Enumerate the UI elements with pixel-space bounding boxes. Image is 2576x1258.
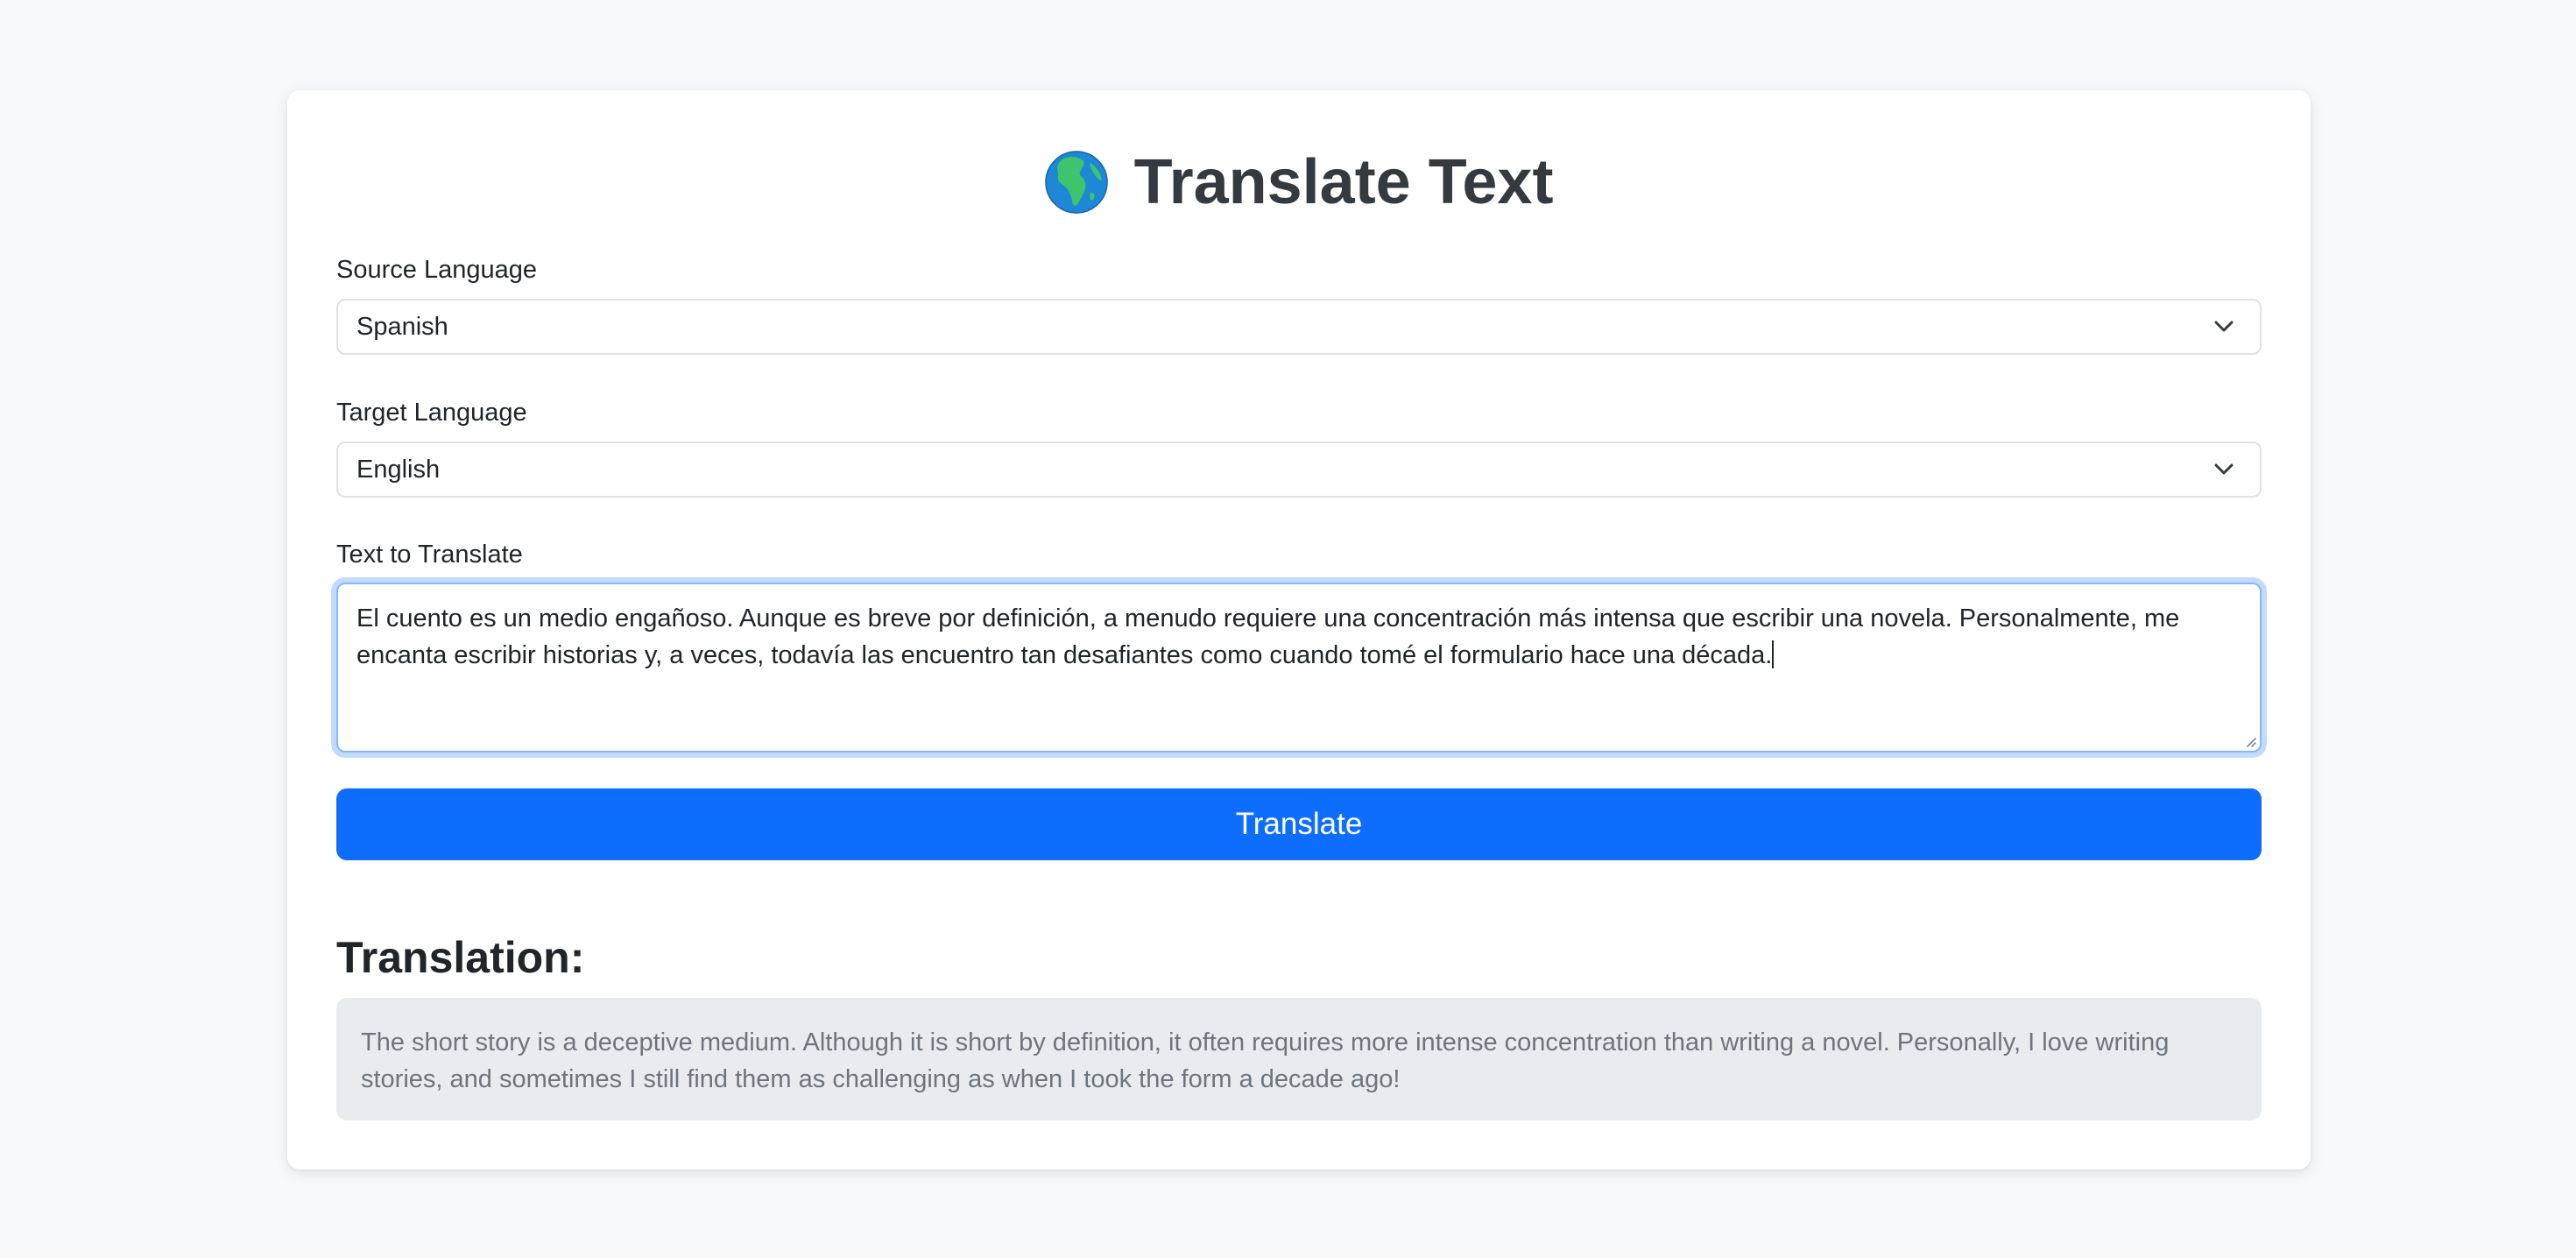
title-row: Translate Text (287, 143, 2311, 222)
page-title: Translate Text (1133, 147, 1554, 217)
source-language-select[interactable]: Spanish (336, 299, 2262, 355)
text-caret (1772, 640, 1775, 668)
translate-card: Translate Text Source Language Spanish T… (287, 90, 2311, 1170)
text-to-translate-input[interactable]: El cuento es un medio engañoso. Aunque e… (336, 583, 2262, 753)
text-to-translate-label: Text to Translate (336, 541, 523, 569)
resize-handle-icon[interactable] (2244, 735, 2256, 747)
translation-text: The short story is a deceptive medium. A… (361, 1028, 2170, 1093)
globe-icon (1044, 151, 1108, 214)
target-language-label: Target Language (336, 399, 527, 427)
source-language-label: Source Language (336, 256, 537, 284)
chevron-down-icon (2214, 463, 2234, 475)
text-to-translate-value: El cuento es un medio engañoso. Aunque e… (356, 604, 2180, 669)
target-language-value: English (356, 455, 441, 484)
target-language-select[interactable]: English (336, 442, 2262, 498)
chevron-down-icon (2214, 321, 2234, 332)
source-language-value: Spanish (356, 312, 448, 341)
translation-output: The short story is a deceptive medium. A… (336, 998, 2262, 1120)
translation-heading: Translation: (336, 933, 585, 982)
translate-button[interactable]: Translate (336, 788, 2262, 860)
